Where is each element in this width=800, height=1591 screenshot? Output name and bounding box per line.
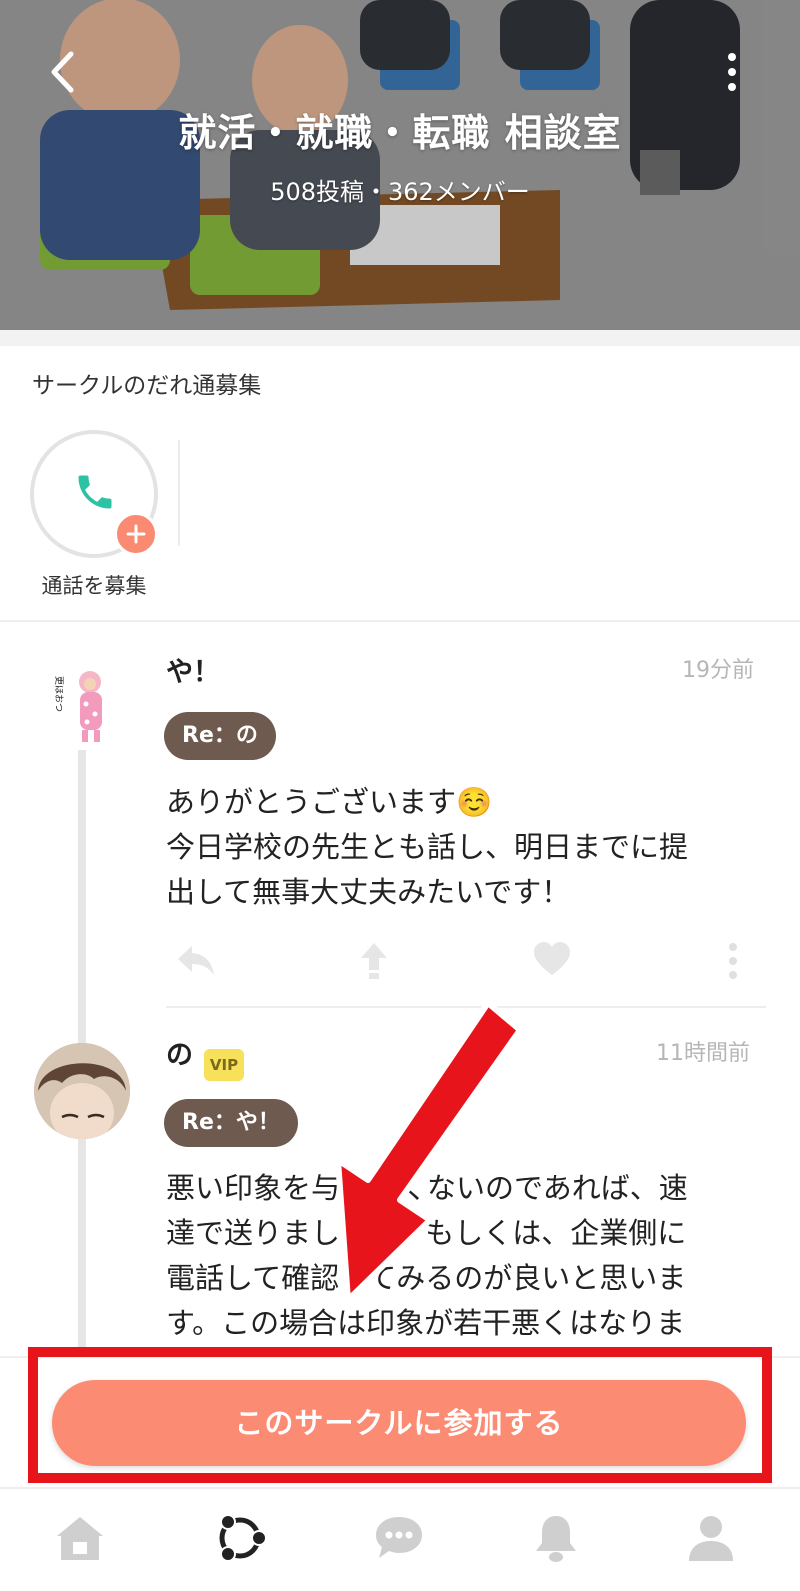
- post-line: 電話して確認してみるのが良いと思いま: [166, 1261, 687, 1295]
- avatar[interactable]: 更ほおつ: [46, 662, 118, 750]
- more-dot-icon: [728, 83, 736, 91]
- phone-icon: [78, 475, 112, 509]
- chat-icon: [376, 1517, 422, 1558]
- post-line: ありがとうございます☺️: [166, 785, 493, 819]
- post-author[interactable]: の: [166, 1033, 193, 1072]
- svg-text:更ほおつ: 更ほおつ: [53, 676, 64, 712]
- more-dot-icon: [728, 68, 736, 76]
- tab-chat[interactable]: [364, 1503, 434, 1573]
- call-section-title: サークルのだれ通募集: [32, 373, 262, 399]
- tab-profile[interactable]: [676, 1503, 746, 1573]
- bell-icon: [536, 1516, 576, 1562]
- circle-header: [0, 0, 800, 330]
- more-vertical-icon[interactable]: [726, 940, 740, 982]
- more-dot-icon: [728, 53, 736, 61]
- divider: [166, 1006, 766, 1008]
- circle-icon: [219, 1514, 267, 1562]
- post-line: 出して無事大丈夫みたいです！: [166, 875, 571, 909]
- tab-circle[interactable]: [205, 1503, 275, 1573]
- tab-home[interactable]: [45, 1503, 115, 1573]
- post-time: 11時間前: [656, 1041, 750, 1066]
- section-gap: [0, 330, 800, 346]
- divider: [178, 440, 180, 546]
- repost-icon[interactable]: [358, 940, 390, 982]
- post-body: 悪い印象を与えたくないのであれば、速 達で送りましょう。もしくは、企業側に 電話…: [166, 1166, 746, 1346]
- bottom-tab-bar: [0, 1487, 800, 1591]
- highlight-box: [28, 1347, 772, 1483]
- reply-to-pill[interactable]: Re：の: [164, 712, 276, 760]
- post-time: 19分前: [682, 658, 754, 683]
- post-actions: [166, 940, 766, 990]
- tab-notifications[interactable]: [521, 1503, 591, 1573]
- profile-icon: [689, 1516, 733, 1561]
- home-icon: [57, 1517, 103, 1560]
- post-line: 今日学校の先生とも話し、明日までに提: [166, 830, 689, 864]
- plus-icon[interactable]: [114, 512, 158, 556]
- divider: [0, 620, 800, 622]
- vip-badge: VIP: [204, 1049, 244, 1081]
- post-line: 悪い印象を与えたくないのであれば、速: [166, 1171, 688, 1205]
- post-line: す。この場合は印象が若干悪くはなりま: [166, 1306, 686, 1340]
- post-line: 達で送りましょう。もしくは、企業側に: [166, 1216, 687, 1250]
- heart-icon[interactable]: [532, 940, 572, 978]
- reply-icon[interactable]: [174, 940, 218, 980]
- post-author[interactable]: や！: [166, 650, 220, 689]
- circle-stats: 508投稿・362メンバー: [270, 178, 530, 206]
- back-button[interactable]: [38, 44, 86, 100]
- chevron-left-icon: [51, 51, 74, 93]
- recruit-call-label: 通話を募集: [41, 574, 147, 598]
- reply-to-pill[interactable]: Re：や！: [164, 1099, 298, 1147]
- more-menu-button[interactable]: [712, 44, 752, 100]
- circle-title: 就活・就職・転職 相談室: [178, 111, 622, 155]
- avatar[interactable]: [34, 1043, 130, 1139]
- post-body: ありがとうございます☺️ 今日学校の先生とも話し、明日までに提 出して無事大丈夫…: [166, 780, 746, 915]
